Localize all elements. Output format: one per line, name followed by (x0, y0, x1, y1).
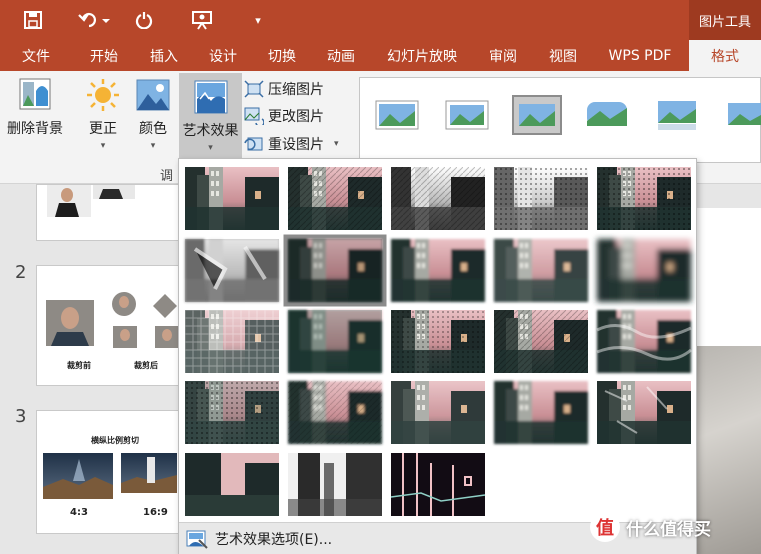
tab-file[interactable]: 文件 (10, 40, 62, 71)
reset-picture-label: 重设图片 (268, 137, 324, 153)
picture-style-2[interactable] (444, 97, 490, 133)
compress-icon (244, 80, 264, 98)
artistic-effect-watercolor-sponge[interactable] (288, 310, 382, 373)
present-icon[interactable] (188, 6, 216, 34)
change-picture-icon (244, 107, 264, 125)
artistic-effects-button[interactable]: 艺术效果 ▾ (179, 73, 242, 159)
color-label: 颜色 (139, 121, 167, 137)
artistic-effect-texturizer[interactable] (288, 381, 382, 444)
artistic-effect-chalk-sketch[interactable] (185, 239, 279, 302)
undo-icon[interactable] (70, 6, 118, 34)
current-slide[interactable] (696, 208, 761, 554)
slide-number-3: 3 (15, 406, 27, 427)
sun-icon (87, 79, 119, 111)
artistic-effects-grid (185, 167, 692, 516)
artistic-effect-film-grain[interactable] (391, 310, 485, 373)
slide-thumbnail-pane: 2 裁剪前 裁剪后 3 横纵比例剪切 4:3 16:9 (0, 184, 180, 554)
artistic-effect-glow-diffused[interactable] (494, 239, 588, 302)
artistic-effect-paint-brush[interactable] (391, 239, 485, 302)
artistic-effect-pencil-grayscale[interactable] (391, 167, 485, 230)
picture-style-5[interactable] (654, 97, 700, 133)
remove-background-label: 删除背景 (7, 121, 63, 137)
artistic-effect-pencil-sketch[interactable] (494, 167, 588, 230)
compress-label: 压缩图片 (268, 82, 324, 98)
picture-style-6[interactable] (724, 97, 761, 133)
artistic-effects-dropdown: 艺术效果选项(E)... (178, 158, 697, 554)
picture-style-4[interactable] (584, 97, 630, 133)
chevron-down-icon: ▾ (100, 141, 106, 151)
tab-review[interactable]: 审阅 (476, 40, 530, 71)
artistic-effect-line-drawing[interactable] (597, 167, 691, 230)
artistic-effects-icon (194, 80, 227, 114)
artistic-effect-none[interactable] (185, 167, 279, 230)
color-picture-icon (136, 79, 170, 111)
picture-style-3[interactable] (512, 95, 562, 135)
watermark-badge: 值 (590, 512, 620, 542)
artistic-effect-paint-strokes[interactable] (285, 236, 385, 305)
watermark: 值 什么值得买 (590, 512, 711, 542)
save-icon[interactable] (18, 6, 48, 34)
slide-thumbnail-2[interactable]: 裁剪前 裁剪后 (36, 265, 180, 386)
remove-background-button[interactable]: 删除背景 (4, 71, 66, 151)
change-picture-label: 更改图片 (268, 109, 324, 125)
chevron-down-icon: ▾ (150, 141, 156, 151)
corrections-button[interactable]: 更正 ▾ (80, 71, 126, 155)
tab-insert[interactable]: 插入 (137, 40, 191, 71)
artistic-effect-cement[interactable] (185, 381, 279, 444)
compress-pictures-button[interactable]: 压缩图片 (244, 77, 324, 101)
picture-styles-gallery (359, 77, 761, 163)
picture-style-1[interactable] (374, 97, 420, 133)
artistic-effect-blur[interactable] (597, 239, 691, 302)
tab-home[interactable]: 开始 (77, 40, 131, 71)
remove-background-icon (19, 78, 51, 110)
chevron-down-icon: ▾ (208, 143, 213, 153)
reset-picture-icon (244, 137, 263, 151)
artistic-effect-marker[interactable] (288, 167, 382, 230)
artistic-effect-photocopy[interactable] (288, 453, 382, 516)
change-picture-button[interactable]: 更改图片 (244, 104, 324, 128)
tab-wps-pdf[interactable]: WPS PDF (596, 40, 684, 71)
artistic-effect-plastic-wrap[interactable] (597, 381, 691, 444)
reset-picture-button[interactable]: 重设图片 ▾ (244, 132, 339, 156)
tab-animations[interactable]: 动画 (314, 40, 368, 71)
tab-format[interactable]: 格式 (689, 40, 761, 71)
picture-tools-context-label: 图片工具 (689, 0, 761, 40)
slide-3-title: 横纵比例剪切 (91, 436, 139, 445)
artistic-effect-mosaic-bubbles[interactable] (494, 310, 588, 373)
redo-icon[interactable] (130, 6, 158, 34)
ribbon-tab-row: 文件 开始 插入 设计 切换 动画 幻灯片放映 审阅 视图 WPS PDF 格式 (0, 40, 761, 71)
tab-transitions[interactable]: 切换 (255, 40, 309, 71)
artistic-effect-glass[interactable] (596, 310, 692, 373)
slide-1-pictures (47, 185, 135, 217)
artistic-effect-light-screen[interactable] (185, 310, 279, 373)
slide-number-2: 2 (15, 262, 27, 283)
tab-slideshow[interactable]: 幻灯片放映 (377, 40, 467, 71)
slide-thumbnail-3[interactable]: 横纵比例剪切 4:3 16:9 (36, 410, 180, 534)
adjust-group-label: 调 (160, 169, 174, 184)
slide-2-caption-before: 裁剪前 (67, 361, 91, 370)
artistic-effects-options-icon (186, 530, 208, 549)
artistic-effect-pastels-smooth[interactable] (494, 381, 588, 444)
slide-3-caption-4-3: 4:3 (70, 507, 88, 518)
artistic-effect-crisscross-etching[interactable] (391, 381, 485, 444)
corrections-label: 更正 (89, 121, 117, 137)
watermark-text: 什么值得买 (626, 519, 711, 540)
tab-view[interactable]: 视图 (536, 40, 590, 71)
artistic-effect-cutout[interactable] (185, 453, 279, 516)
slide-editing-area (696, 184, 761, 554)
artistic-effects-label: 艺术效果 (182, 123, 239, 139)
color-button[interactable]: 颜色 ▾ (130, 71, 176, 155)
chevron-down-icon: ▾ (334, 139, 339, 149)
slide-thumbnail-1[interactable] (36, 184, 180, 241)
customize-qat-icon[interactable]: ▾ (248, 6, 268, 34)
slide-2-caption-after: 裁剪后 (134, 361, 158, 370)
artistic-effect-glow-edges[interactable] (390, 453, 486, 516)
title-bar: ▾ 图片工具 (0, 0, 761, 40)
tab-design[interactable]: 设计 (196, 40, 250, 71)
artistic-effects-options-label: 艺术效果选项(E)... (215, 531, 333, 548)
slide-3-caption-16-9: 16:9 (143, 507, 168, 518)
